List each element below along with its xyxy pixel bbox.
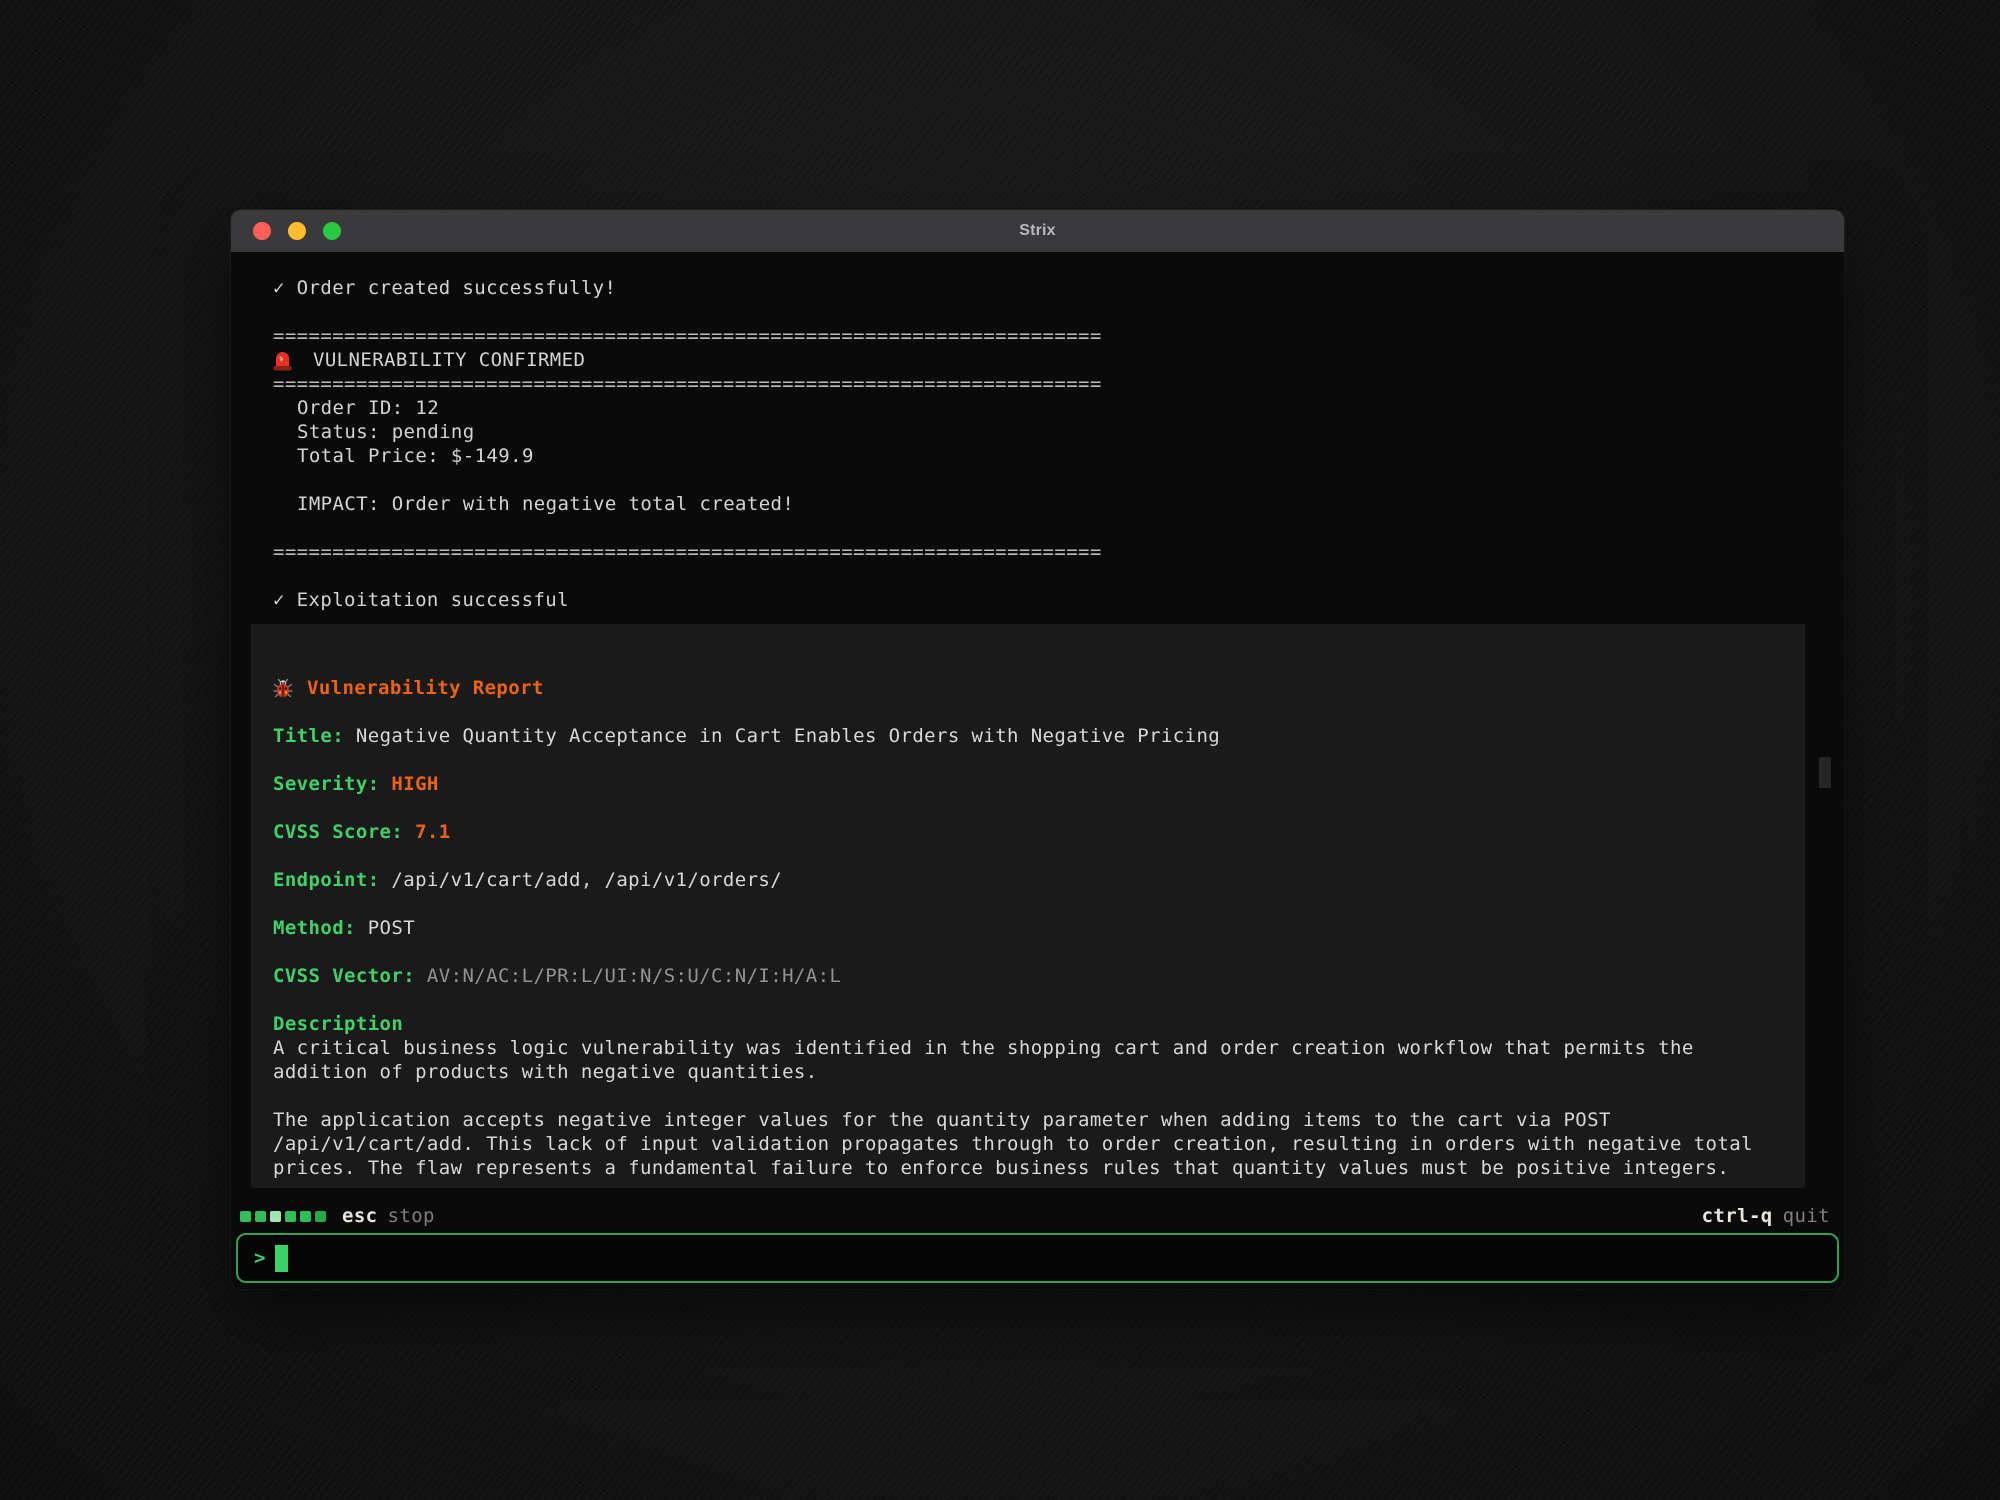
severity-label: Severity:: [273, 773, 380, 795]
terminal-output: ✓ Order created successfully! ==========…: [231, 252, 1844, 612]
cvss-score-label: CVSS Score:: [273, 821, 403, 843]
strix-window: Strix ✓ Order created successfully! ====…: [231, 210, 1844, 1289]
blank-line: [273, 1084, 1783, 1108]
blank-line: [273, 564, 1844, 588]
impact-line: IMPACT: Order with negative total create…: [273, 492, 1844, 516]
window-title: Strix: [231, 222, 1844, 240]
report-method-row: Method: POST: [273, 916, 1783, 940]
command-input[interactable]: >: [236, 1233, 1839, 1283]
ctrl-q-key-label: ctrl-q: [1702, 1205, 1773, 1227]
description-line: prices. The flaw represents a fundamenta…: [273, 1156, 1783, 1180]
alert-title: VULNERABILITY CONFIRMED: [313, 348, 585, 372]
report-severity-row: Severity: HIGH: [273, 772, 1783, 796]
input-prompt: >: [254, 1247, 265, 1269]
blank-line: [273, 892, 1783, 916]
total-price-line: Total Price: $-149.9: [273, 444, 1844, 468]
order-id-line: Order ID: 12: [273, 396, 1844, 420]
stop-keybinding[interactable]: esc stop: [240, 1205, 435, 1227]
report-endpoint-row: Endpoint: /api/v1/cart/add, /api/v1/orde…: [273, 868, 1783, 892]
cvss-vector-value: AV:N/AC:L/PR:L/UI:N/S:U/C:N/I:H/A:L: [427, 965, 841, 987]
footer-keybar: esc stop ctrl-q quit: [231, 1204, 1844, 1228]
window-titlebar[interactable]: Strix: [231, 210, 1844, 252]
endpoint-value: /api/v1/cart/add, /api/v1/orders/: [391, 869, 782, 891]
separator-line: ========================================…: [273, 372, 1844, 396]
scrollbar-thumb[interactable]: [1819, 757, 1831, 788]
blank-line: [273, 468, 1844, 492]
desktop-background: Strix ✓ Order created successfully! ====…: [0, 0, 2000, 1500]
method-value: POST: [368, 917, 415, 939]
description-line: addition of products with negative quant…: [273, 1060, 1783, 1084]
report-heading-row: Vulnerability Report: [273, 676, 1783, 700]
title-label: Title:: [273, 725, 344, 747]
blank-line: [273, 300, 1844, 324]
title-value: Negative Quantity Acceptance in Cart Ena…: [356, 725, 1220, 747]
description-line: /api/v1/cart/add. This lack of input val…: [273, 1132, 1783, 1156]
text-cursor: [275, 1245, 288, 1272]
blank-line: [273, 748, 1783, 772]
report-cvss-score-row: CVSS Score: 7.1: [273, 820, 1783, 844]
separator-line: ========================================…: [273, 540, 1844, 564]
order-status-line: Status: pending: [273, 420, 1844, 444]
description-line: A critical business logic vulnerability …: [273, 1036, 1783, 1060]
stop-action-label: stop: [388, 1205, 435, 1227]
blank-line: [273, 700, 1783, 724]
vulnerability-report-panel: Vulnerability Report Title: Negative Qua…: [251, 624, 1805, 1188]
severity-value: HIGH: [391, 773, 438, 795]
alert-heading: VULNERABILITY CONFIRMED: [273, 348, 1844, 372]
description-line: The application accepts negative integer…: [273, 1108, 1783, 1132]
esc-key-label: esc: [342, 1205, 378, 1227]
endpoint-label: Endpoint:: [273, 869, 380, 891]
report-cvss-vector-row: CVSS Vector: AV:N/AC:L/PR:L/UI:N/S:U/C:N…: [273, 964, 1783, 988]
description-heading: Description: [273, 1012, 1783, 1036]
activity-spinner: [240, 1211, 326, 1222]
cvss-vector-label: CVSS Vector:: [273, 965, 415, 987]
quit-keybinding[interactable]: ctrl-q quit: [1702, 1205, 1830, 1227]
blank-line: [273, 796, 1783, 820]
report-title-row: Title: Negative Quantity Acceptance in C…: [273, 724, 1783, 748]
blank-line: [273, 516, 1844, 540]
report-heading: Vulnerability Report: [307, 676, 544, 700]
siren-icon: [273, 349, 293, 371]
blank-line: [273, 844, 1783, 868]
quit-action-label: quit: [1783, 1205, 1830, 1227]
order-success-line: ✓ Order created successfully!: [273, 276, 1844, 300]
blank-line: [273, 988, 1783, 1012]
exploitation-success-line: ✓ Exploitation successful: [273, 588, 1844, 612]
blank-line: [273, 940, 1783, 964]
method-label: Method:: [273, 917, 356, 939]
cvss-score-value: 7.1: [415, 821, 451, 843]
separator-line: ========================================…: [273, 324, 1844, 348]
bug-icon: [273, 678, 293, 698]
